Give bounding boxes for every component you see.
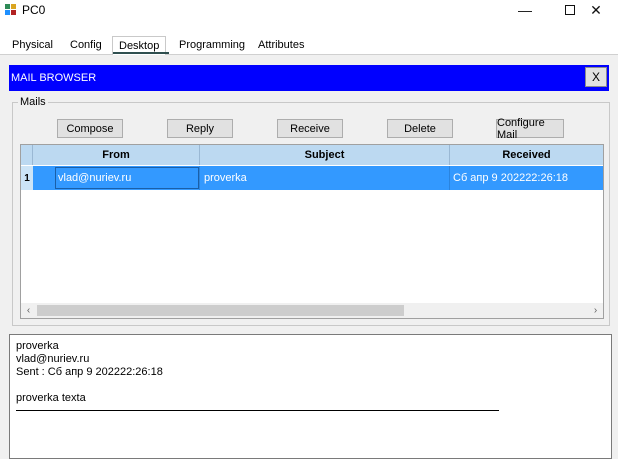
column-header-received[interactable]: Received <box>450 145 603 165</box>
message-subject: proverka <box>16 340 59 352</box>
scroll-left-icon[interactable]: ‹ <box>21 303 36 318</box>
window-close-icon[interactable]: ✕ <box>573 0 618 20</box>
message-from: vlad@nuriev.ru <box>16 353 90 365</box>
message-body: proverka texta <box>16 392 86 404</box>
active-tab-indicator <box>113 52 169 54</box>
close-mail-browser-button[interactable]: X <box>585 67 607 87</box>
mail-browser-header <box>9 65 609 91</box>
configure-mail-button[interactable]: Configure Mail <box>496 117 564 141</box>
cell-divider <box>199 166 200 190</box>
compose-button[interactable]: Compose <box>57 119 123 138</box>
tab-config[interactable]: Config <box>64 36 108 54</box>
message-sent: Sent : Сб апр 9 202222:26:18 <box>16 366 163 378</box>
mails-group-label: Mails <box>18 96 48 108</box>
row-number: 1 <box>21 166 33 190</box>
cell-from[interactable]: vlad@nuriev.ru <box>58 166 131 190</box>
minimize-icon[interactable]: — <box>502 0 548 20</box>
column-header-from[interactable]: From <box>33 145 200 165</box>
cell-subject[interactable]: proverka <box>204 166 247 190</box>
message-view[interactable] <box>9 334 612 459</box>
window-title: PC0 <box>22 3 46 17</box>
cell-received[interactable]: Сб апр 9 202222:26:18 <box>453 166 568 190</box>
delete-button[interactable]: Delete <box>387 119 453 138</box>
pc-app-icon <box>5 4 16 15</box>
message-separator <box>16 410 499 411</box>
cell-divider <box>449 166 450 190</box>
scrollbar-thumb[interactable] <box>37 305 404 316</box>
mail-browser-title: MAIL BROWSER <box>11 72 97 84</box>
tab-attributes[interactable]: Attributes <box>252 36 310 54</box>
receive-button[interactable]: Receive <box>277 119 343 138</box>
tab-physical[interactable]: Physical <box>6 36 59 54</box>
scroll-right-icon[interactable]: › <box>588 303 603 318</box>
reply-button[interactable]: Reply <box>167 119 233 138</box>
tab-programming[interactable]: Programming <box>173 36 251 54</box>
table-corner-header <box>21 145 33 165</box>
column-header-subject[interactable]: Subject <box>200 145 450 165</box>
